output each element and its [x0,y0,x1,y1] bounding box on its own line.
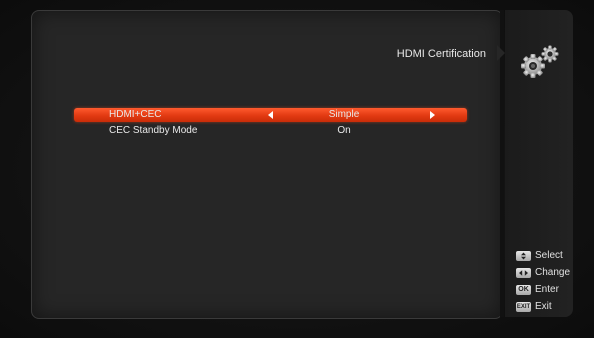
legend-select-label: Select [535,250,563,261]
up-down-icon [516,251,531,261]
gear-icon [518,44,562,80]
legend-exit-label: Exit [535,301,552,312]
ok-key-icon: OK [516,285,531,295]
legend-enter-label: Enter [535,284,559,295]
arrow-left-icon[interactable] [268,111,273,119]
menu-item-value: On [337,125,351,136]
exit-key-icon: EXIT [516,302,531,312]
menu-item-label: HDMI+CEC [109,109,162,120]
legend-change-label: Change [535,267,571,278]
page-title: HDMI Certification [396,48,486,60]
panel-notch [497,45,505,61]
tv-screen: HDMI Certification HDMI+CEC Simple CEC S… [0,0,594,338]
menu-item-label: CEC Standby Mode [109,125,198,136]
menu-item-value: Simple [328,109,360,120]
menu-item-hdmi-cec[interactable]: HDMI+CEC Simple [74,108,467,122]
left-right-icon [516,268,531,278]
menu-item-cec-standby-mode[interactable]: CEC Standby Mode On [74,124,467,138]
arrow-right-icon[interactable] [430,111,435,119]
